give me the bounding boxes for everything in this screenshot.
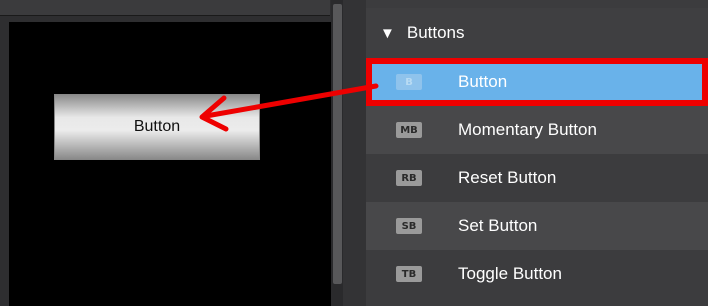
toolbox-item-label: Toggle Button	[458, 264, 562, 283]
design-canvas[interactable]: Button	[9, 22, 331, 306]
reset-button-icon: RB	[396, 170, 422, 186]
toolbox-item-label: Momentary Button	[458, 120, 597, 139]
toolbox-item-button[interactable]: B Button	[366, 58, 708, 106]
panel-splitter[interactable]	[343, 0, 366, 306]
section-title: Buttons	[406, 23, 465, 42]
toolbox-item-label: Set Button	[458, 216, 538, 235]
design-panel: Button	[0, 0, 343, 306]
design-panel-header	[0, 0, 330, 16]
toolbox-item-momentary-button[interactable]: MB Momentary Button	[366, 106, 708, 154]
toolbox-section-buttons[interactable]: ▼ Buttons	[366, 8, 708, 58]
toolbox-item-toggle-button[interactable]: TB Toggle Button	[366, 250, 708, 298]
toolbox-item-reset-button[interactable]: RB Reset Button	[366, 154, 708, 202]
toggle-button-icon: TB	[396, 266, 422, 282]
canvas-button-control[interactable]: Button	[54, 94, 260, 160]
button-icon: B	[396, 74, 422, 90]
expand-triangle-icon[interactable]: ▼	[380, 25, 395, 42]
toolbox-item-list: B Button MB Momentary Button RB Reset Bu…	[366, 58, 708, 298]
set-button-icon: SB	[396, 218, 422, 234]
vertical-scrollbar-thumb[interactable]	[333, 4, 342, 284]
toolbox-item-label: Button	[458, 72, 508, 91]
toolbox-item-set-button[interactable]: SB Set Button	[366, 202, 708, 250]
toolbox-panel: ▼ Buttons B Button MB Momentary Button R…	[366, 0, 708, 306]
toolbox-item-label: Reset Button	[458, 168, 557, 187]
canvas-button-label: Button	[133, 118, 181, 135]
momentary-button-icon: MB	[396, 122, 422, 138]
